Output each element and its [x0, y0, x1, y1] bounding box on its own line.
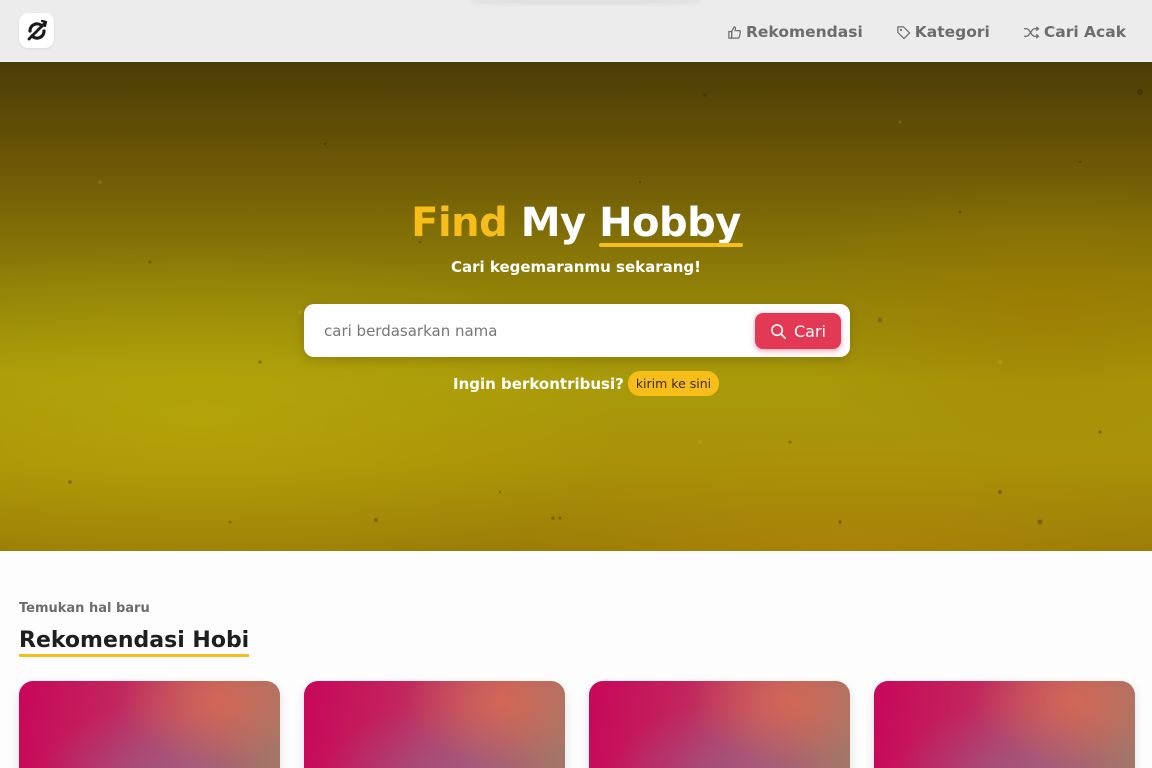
contribute-text: Ingin berkontribusi? — [453, 374, 624, 393]
hero-title: Find My Hobby — [0, 200, 1152, 247]
nav-cari-acak[interactable]: Cari Acak — [1023, 21, 1126, 43]
search-icon — [771, 323, 786, 339]
search-button[interactable]: Cari — [755, 313, 841, 349]
hobby-card[interactable] — [874, 681, 1135, 768]
tag-icon — [897, 25, 910, 39]
section-title: Rekomendasi Hobi — [19, 627, 250, 657]
top-navbar: Rekomendasi Kategori Cari Acak — [0, 0, 1152, 62]
hero-title-find: Find — [411, 200, 508, 246]
section-kicker: Temukan hal baru — [19, 601, 150, 616]
nav-cari-acak-label: Cari Acak — [1043, 23, 1126, 41]
hero-subtitle: Cari kegemaranmu sekarang! — [450, 258, 701, 276]
search-button-label: Cari — [794, 321, 826, 341]
contribute-row: Ingin berkontribusi? kirim ke sini — [453, 371, 720, 396]
contribute-link[interactable]: kirim ke sini — [627, 371, 720, 396]
nav-rekomendasi[interactable]: Rekomendasi — [727, 21, 863, 43]
shuffle-icon — [1023, 25, 1040, 39]
thumbs-up-icon — [728, 25, 741, 39]
section-title-text: Rekomendasi Hobi — [19, 627, 250, 657]
hero-title-hobby: Hobby — [599, 200, 743, 247]
broken-circle-logo-icon — [27, 19, 47, 40]
nav-kategori[interactable]: Kategori — [896, 21, 990, 43]
search-input[interactable] — [318, 314, 748, 347]
hero-banner: Find My Hobby Cari kegemaranmu sekarang!… — [0, 62, 1152, 551]
nav-kategori-label: Kategori — [914, 23, 990, 41]
hobby-card[interactable] — [589, 681, 850, 768]
main-nav: Rekomendasi Kategori Cari Acak — [727, 21, 1126, 43]
hero-title-my: My — [520, 200, 586, 246]
nav-rekomendasi-label: Rekomendasi — [745, 23, 863, 41]
header-shadow — [470, 0, 700, 4]
hobby-card[interactable] — [304, 681, 565, 768]
logo[interactable] — [19, 13, 54, 48]
hobby-card[interactable] — [19, 681, 280, 768]
